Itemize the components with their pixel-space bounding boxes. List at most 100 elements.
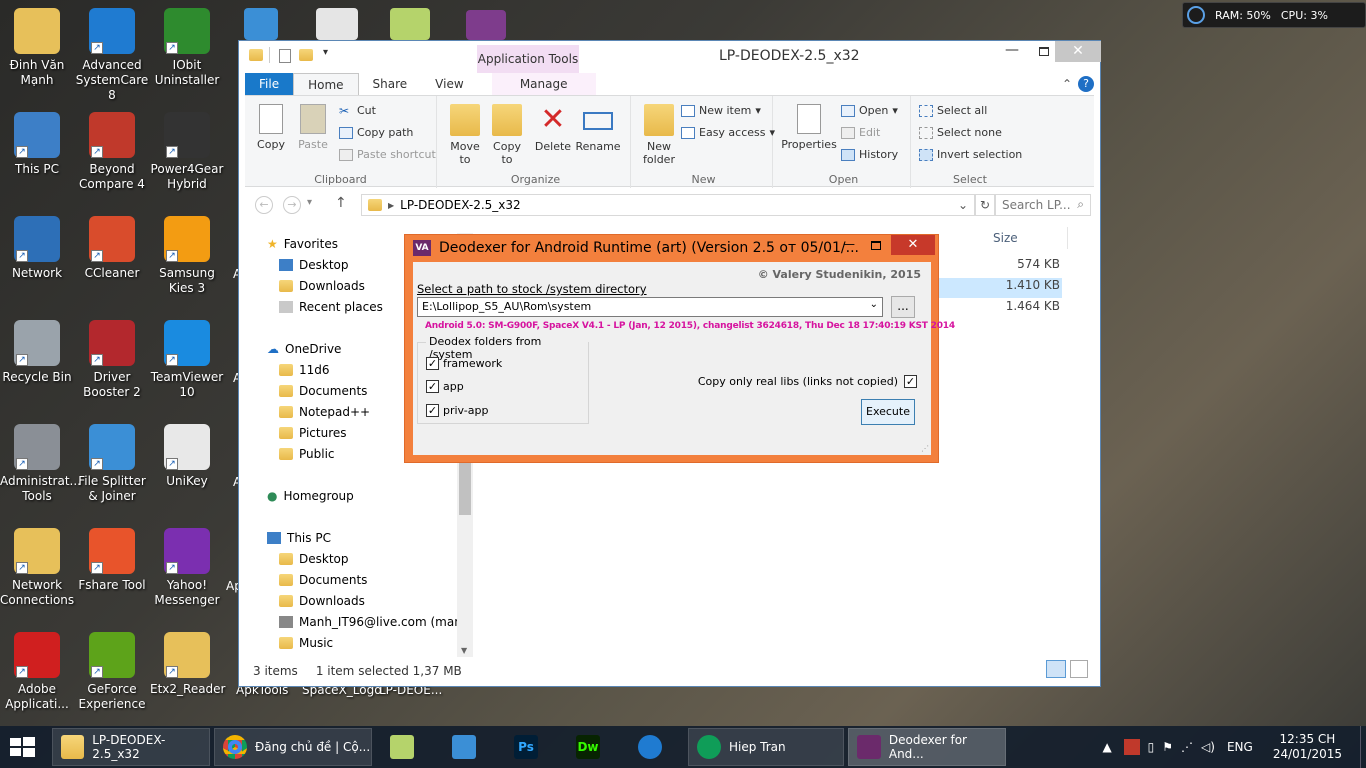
- show-hidden-icons-icon[interactable]: ▲: [1102, 740, 1111, 754]
- details-view-button[interactable]: [1046, 660, 1066, 678]
- desktop-icon[interactable]: ↗ Administrat... Tools: [0, 418, 81, 504]
- desktop-icon[interactable]: ↗ Advanced SystemCare 8: [75, 2, 149, 103]
- taskbar-hangouts[interactable]: Hiep Tran: [688, 728, 844, 766]
- start-button[interactable]: [8, 734, 38, 760]
- nav-downloads[interactable]: Downloads: [279, 279, 365, 293]
- easy-access-button[interactable]: Easy access ▾: [681, 126, 775, 139]
- nav-pc-item[interactable]: Desktop: [279, 552, 349, 566]
- desktop-icon[interactable]: ↗ Beyond Compare 4: [75, 106, 149, 192]
- desktop-icon-partial[interactable]: [244, 8, 278, 40]
- cut-button[interactable]: ✂ Cut: [339, 104, 376, 117]
- resize-grip-icon[interactable]: ⋰: [921, 444, 929, 453]
- nav-onedrive-item[interactable]: 11d6: [279, 363, 330, 377]
- nav-this-pc[interactable]: This PC: [267, 531, 331, 545]
- help-icon[interactable]: ?: [1078, 76, 1094, 92]
- desktop-icon[interactable]: ↗ Fshare Tool: [75, 522, 149, 593]
- tab-manage[interactable]: Manage: [491, 73, 596, 95]
- nav-onedrive-item[interactable]: Public: [279, 447, 335, 461]
- desktop-icon[interactable]: ↗ Etx2_Reader: [150, 626, 226, 697]
- new-item-button[interactable]: New item ▾: [681, 104, 761, 117]
- nav-onedrive-item[interactable]: Documents: [279, 384, 367, 398]
- history-button[interactable]: History: [841, 148, 898, 161]
- move-to-button[interactable]: Move to: [445, 104, 485, 166]
- taskbar-downloader[interactable]: [444, 728, 488, 766]
- nav-pc-item[interactable]: Manh_IT96@live.com (manhit: [279, 615, 469, 629]
- paste-button[interactable]: Paste: [293, 104, 333, 151]
- nav-desktop[interactable]: Desktop: [279, 258, 349, 272]
- app-checkbox-row[interactable]: ✓ app: [426, 380, 464, 393]
- wifi-icon[interactable]: ⋰: [1181, 740, 1193, 754]
- nav-favorites[interactable]: ★ Favorites: [267, 237, 338, 251]
- minimize-button[interactable]: —: [997, 41, 1027, 63]
- desktop-icon[interactable]: ↗ TeamViewer 10: [150, 314, 224, 400]
- desktop-icon-partial[interactable]: [466, 10, 506, 40]
- dialog-close-button[interactable]: ✕: [891, 235, 935, 255]
- paste-shortcut-button[interactable]: Paste shortcut: [339, 148, 436, 161]
- address-box[interactable]: ▶ LP-DEODEX-2.5_x32 ⌄: [361, 194, 975, 216]
- forward-button[interactable]: →: [283, 196, 301, 214]
- tray-app-icon[interactable]: [1123, 739, 1140, 755]
- edit-button[interactable]: Edit: [841, 126, 880, 139]
- qat-customize-icon[interactable]: ▾: [323, 47, 328, 58]
- copy-button[interactable]: Copy: [251, 104, 291, 151]
- taskbar-deodexer[interactable]: Deodexer for And...: [848, 728, 1006, 766]
- desktop-icon[interactable]: ↗ IObit Uninstaller: [150, 2, 224, 88]
- large-icons-view-button[interactable]: [1070, 660, 1088, 678]
- path-combobox[interactable]: E:\Lollipop_S5_AU\Rom\system ⌄: [417, 297, 883, 317]
- nav-pc-item[interactable]: Downloads: [279, 594, 365, 608]
- back-button[interactable]: ←: [255, 196, 273, 214]
- execute-button[interactable]: Execute: [861, 399, 915, 425]
- desktop-icon-partial[interactable]: [390, 8, 430, 40]
- search-input[interactable]: Search LP... ⌕: [995, 194, 1091, 216]
- invert-selection-button[interactable]: Invert selection: [919, 148, 1022, 161]
- new-folder-button[interactable]: New folder: [639, 104, 679, 166]
- desktop-icon-partial[interactable]: [316, 8, 358, 40]
- clock[interactable]: 12:35 CH 24/01/2015: [1273, 732, 1342, 762]
- desktop-icon[interactable]: ↗ UniKey: [150, 418, 224, 489]
- volume-icon[interactable]: ◁): [1201, 740, 1215, 754]
- priv-app-checkbox-row[interactable]: ✓ priv-app: [426, 404, 488, 417]
- scrollbar-thumb[interactable]: [459, 463, 471, 515]
- open-button[interactable]: Open ▾: [841, 104, 898, 117]
- new-folder-qat-icon[interactable]: [299, 49, 313, 61]
- taskbar-photoshop[interactable]: Ps: [506, 728, 550, 766]
- dialog-maximize-button[interactable]: [865, 237, 889, 257]
- desktop-icon[interactable]: ↗ Driver Booster 2: [75, 314, 149, 400]
- framework-checkbox[interactable]: ✓: [426, 357, 439, 370]
- copy-real-libs-row[interactable]: Copy only real libs (links not copied) ✓: [698, 375, 917, 388]
- nav-onedrive-item[interactable]: Notepad++: [279, 405, 370, 419]
- desktop-icon[interactable]: ↗ Network Connections: [0, 522, 74, 608]
- nav-homegroup[interactable]: ● Homegroup: [267, 489, 354, 503]
- rename-button[interactable]: Rename: [575, 104, 621, 153]
- tab-file[interactable]: File: [245, 73, 294, 95]
- tray-device-icon[interactable]: ▯: [1148, 740, 1155, 754]
- properties-qat-icon[interactable]: [279, 49, 291, 63]
- taskbar-dreamweaver[interactable]: Dw: [568, 728, 612, 766]
- desktop-icon[interactable]: ↗ Yahoo! Messenger: [150, 522, 224, 608]
- desktop-icon[interactable]: ↗ File Splitter & Joiner: [75, 418, 149, 504]
- taskbar-advanced-systemcare[interactable]: [630, 728, 674, 766]
- address-dropdown-icon[interactable]: ⌄: [958, 198, 968, 212]
- combobox-dropdown-icon[interactable]: ⌄: [870, 299, 878, 310]
- tray-flag-icon[interactable]: ⚑: [1162, 740, 1173, 754]
- taskbar-notepad[interactable]: [382, 728, 426, 766]
- desktop-icon[interactable]: ↗ Samsung Kies 3: [150, 210, 224, 296]
- explorer-titlebar[interactable]: ▾ Application Tools LP-DEODEX-2.5_x32 — …: [239, 41, 1101, 73]
- show-desktop-button[interactable]: [1360, 726, 1366, 768]
- desktop-icon[interactable]: ↗ Adobe Applicati...: [0, 626, 74, 712]
- copy-to-button[interactable]: Copy to: [487, 104, 527, 166]
- desktop-icon[interactable]: Đinh Văn Mạnh: [0, 2, 74, 88]
- nav-recent-places[interactable]: Recent places: [279, 300, 383, 314]
- copy-path-button[interactable]: Copy path: [339, 126, 413, 139]
- tab-home[interactable]: Home: [293, 73, 359, 95]
- copy-real-libs-checkbox[interactable]: ✓: [904, 375, 917, 388]
- properties-button[interactable]: Properties: [781, 104, 837, 151]
- tab-view[interactable]: View: [421, 73, 477, 95]
- desktop-icon[interactable]: ↗ CCleaner: [75, 210, 149, 281]
- up-button[interactable]: ↑: [335, 195, 347, 211]
- desktop-icon[interactable]: ↗ GeForce Experience: [75, 626, 149, 712]
- taskbar-explorer[interactable]: LP-DEODEX-2.5_x32: [52, 728, 210, 766]
- scroll-down-icon[interactable]: ▼: [461, 646, 467, 655]
- ribbon-collapse-icon[interactable]: ⌃: [1056, 73, 1078, 95]
- size-column-header[interactable]: Size: [993, 231, 1018, 245]
